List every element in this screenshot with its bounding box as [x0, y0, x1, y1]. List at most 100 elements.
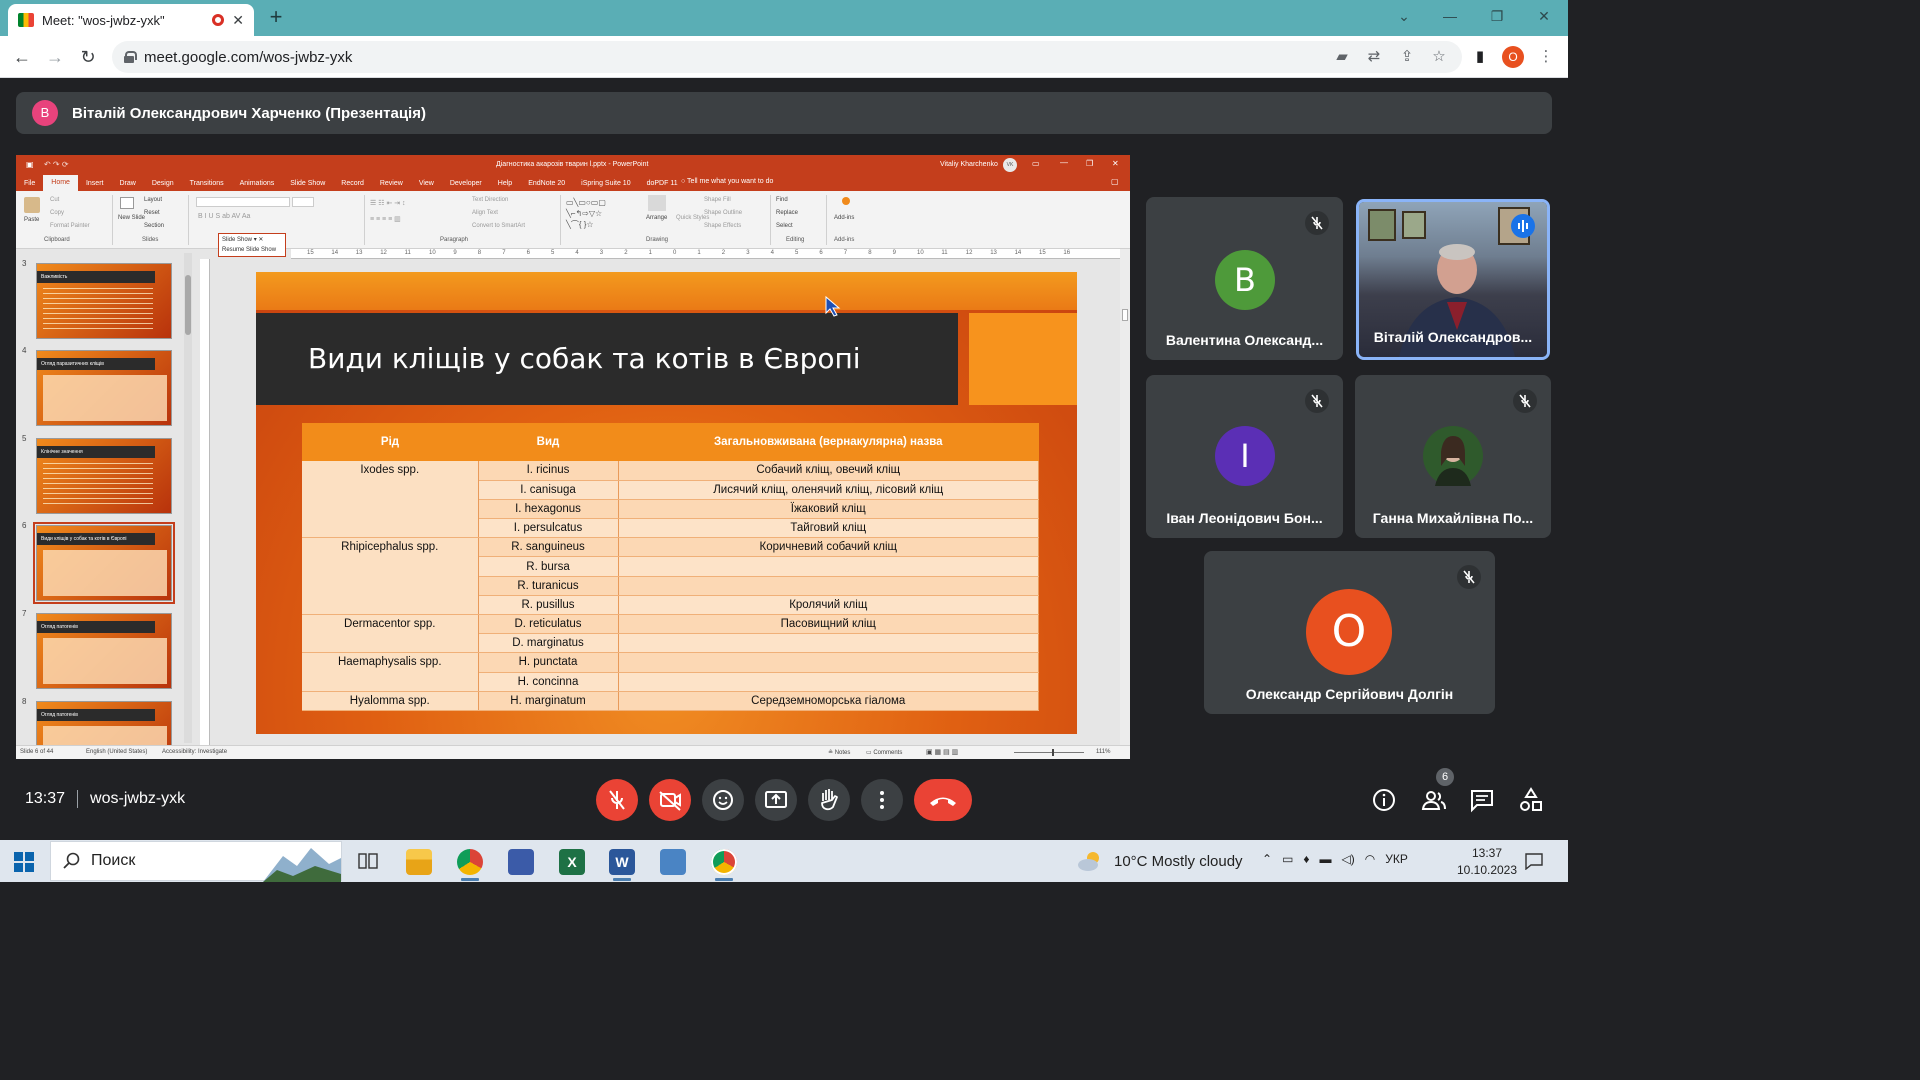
- font-format-icons[interactable]: B I U S ab AV Aa: [198, 213, 250, 220]
- translate-icon[interactable]: ⇄: [1364, 47, 1384, 67]
- ppt-tab-review[interactable]: Review: [372, 180, 411, 187]
- ppt-comments-icon[interactable]: ▢: [1111, 177, 1119, 186]
- chat-button[interactable]: [1468, 786, 1496, 814]
- side-panel-icon[interactable]: ▮: [1470, 47, 1490, 67]
- ppt-save-icon[interactable]: ▣: [26, 160, 34, 169]
- tray-chevron-icon[interactable]: ⌃: [1262, 852, 1272, 866]
- ppt-tab-draw[interactable]: Draw: [111, 180, 143, 187]
- align-text-button[interactable]: Align Text: [472, 210, 498, 216]
- forward-arrow-icon[interactable]: →: [43, 45, 67, 69]
- cut-button[interactable]: Cut: [50, 197, 59, 203]
- notifications-icon[interactable]: [1524, 852, 1544, 871]
- ppt-undo-icon[interactable]: ↶ ↷ ⟳: [44, 160, 69, 169]
- taskbar-search-box[interactable]: Поиск: [50, 841, 342, 882]
- slideshow-dropdown[interactable]: Slide Show ▾ ✕: [222, 235, 282, 245]
- ppt-tab-view[interactable]: View: [411, 180, 442, 187]
- shape-fill-button[interactable]: Shape Fill: [704, 197, 731, 203]
- notes-button[interactable]: ≗ Notes: [828, 749, 850, 756]
- slide-thumbnail[interactable]: Огляд паразитичних кліщів: [36, 350, 172, 426]
- convert-smartart-button[interactable]: Convert to SmartArt: [472, 223, 525, 229]
- slide-thumbnail[interactable]: Види кліщів у собак та котів в Європі: [33, 522, 175, 604]
- excel-icon[interactable]: X: [559, 849, 585, 875]
- list-icons[interactable]: ☰ ☷ ⇤ ⇥ ↕: [370, 199, 406, 207]
- font-size-box[interactable]: [292, 197, 314, 207]
- back-arrow-icon[interactable]: ←: [10, 45, 34, 69]
- shape-effects-button[interactable]: Shape Effects: [704, 223, 741, 229]
- paste-button[interactable]: Paste: [24, 217, 39, 223]
- zoom-slider[interactable]: [1014, 752, 1084, 753]
- chrome-profile-icon[interactable]: [711, 849, 737, 875]
- calculator-icon[interactable]: [660, 849, 686, 875]
- tray-mic-icon[interactable]: ♦: [1303, 852, 1309, 866]
- ppt-close-button[interactable]: ✕: [1112, 159, 1119, 168]
- ppt-tab-ispring-suite-10[interactable]: iSpring Suite 10: [573, 180, 638, 187]
- minimize-button[interactable]: —: [1430, 4, 1470, 28]
- ppt-tab-insert[interactable]: Insert: [78, 180, 112, 187]
- tray-camera-icon[interactable]: ▭: [1282, 852, 1293, 866]
- file-explorer-icon[interactable]: [406, 849, 432, 875]
- meeting-details-button[interactable]: [1370, 786, 1398, 814]
- layout-button[interactable]: Layout: [144, 197, 162, 203]
- copy-button[interactable]: Copy: [50, 210, 64, 216]
- ppt-tab-dopdf-11[interactable]: doPDF 11: [639, 180, 686, 187]
- ppt-tab-endnote-20[interactable]: EndNote 20: [520, 180, 573, 187]
- present-screen-button[interactable]: [755, 779, 797, 821]
- bookmark-star-icon[interactable]: ☆: [1429, 47, 1449, 67]
- new-slide-button[interactable]: New Slide: [118, 215, 145, 221]
- slide-thumbnail[interactable]: Важливість: [36, 263, 172, 339]
- view-buttons[interactable]: ▣ ▦ ▤ ▥: [926, 748, 958, 756]
- close-window-button[interactable]: ✕: [1524, 4, 1564, 28]
- more-options-button[interactable]: [861, 779, 903, 821]
- battery-icon[interactable]: ▬: [1320, 852, 1332, 866]
- ppt-tab-developer[interactable]: Developer: [442, 180, 490, 187]
- tab-close-icon[interactable]: ✕: [232, 12, 244, 29]
- microphone-toggle-button[interactable]: [596, 779, 638, 821]
- ppt-tab-file[interactable]: File: [16, 180, 43, 187]
- addins-icon[interactable]: [842, 197, 850, 205]
- format-painter-button[interactable]: Format Painter: [50, 223, 90, 229]
- font-name-box[interactable]: [196, 197, 290, 207]
- participant-tile-video[interactable]: Віталій Олександров...: [1356, 199, 1550, 360]
- shapes-gallery[interactable]: ▭╲▭○▭▢ ╲⌐↰⇨▽☆ ╲⌒{ }☆: [566, 197, 606, 230]
- text-direction-button[interactable]: Text Direction: [472, 197, 508, 203]
- language-indicator[interactable]: УКР: [1385, 852, 1408, 866]
- slideshow-popup[interactable]: Slide Show ▾ ✕ Resume Slide Show: [218, 233, 286, 257]
- slide-thumbnail[interactable]: Клінічне значення: [36, 438, 172, 514]
- arrange-button[interactable]: Arrange: [646, 215, 667, 221]
- participant-tile[interactable]: В Валентина Олександ...: [1146, 197, 1343, 360]
- participant-tile[interactable]: О Олександр Сергійович Долгін: [1204, 551, 1495, 714]
- slide-title[interactable]: Види кліщів у собак та котів в Європі: [308, 342, 861, 375]
- slide-scroll-thumb[interactable]: [1122, 309, 1128, 321]
- zoom-slider-thumb[interactable]: [1052, 749, 1054, 756]
- thumbnail-scroll-thumb[interactable]: [185, 275, 191, 335]
- address-bar[interactable]: meet.google.com/wos-jwbz-yxk: [112, 41, 1462, 73]
- slide-thumbnail[interactable]: Огляд патогенів: [36, 613, 172, 689]
- ppt-tab-transitions[interactable]: Transitions: [182, 180, 232, 187]
- taskbar-clock[interactable]: 13:37 10.10.2023: [1452, 845, 1522, 879]
- browser-tab-meet[interactable]: Meet: "wos-jwbz-yxk" ✕: [8, 4, 254, 36]
- reactions-button[interactable]: [702, 779, 744, 821]
- weather-widget[interactable]: 10°C Mostly cloudy: [1076, 850, 1243, 872]
- section-button[interactable]: Section: [144, 223, 164, 229]
- slide-scrollbar[interactable]: [1120, 249, 1130, 745]
- volume-icon[interactable]: ◁): [1342, 852, 1355, 866]
- thumbnail-scrollbar[interactable]: [184, 253, 192, 743]
- ppt-tab-home[interactable]: Home: [43, 175, 78, 191]
- find-button[interactable]: Find: [776, 197, 788, 203]
- status-language[interactable]: English (United States): [86, 749, 147, 755]
- ppt-ribbon-display-icon[interactable]: ▭: [1032, 159, 1040, 168]
- camera-toggle-button[interactable]: [649, 779, 691, 821]
- participant-tile[interactable]: І Іван Леонідович Бон...: [1146, 375, 1343, 538]
- leave-call-button[interactable]: [914, 779, 972, 821]
- status-accessibility[interactable]: Accessibility: Investigate: [162, 749, 227, 755]
- word-icon[interactable]: W: [609, 849, 635, 875]
- windows-start-icon[interactable]: [14, 852, 34, 872]
- zoom-level[interactable]: 111%: [1096, 749, 1110, 755]
- shape-outline-button[interactable]: Shape Outline: [704, 210, 742, 216]
- restore-button[interactable]: ❐: [1477, 4, 1517, 28]
- share-icon[interactable]: ⇪: [1397, 47, 1417, 67]
- tick-species-table[interactable]: Рід Вид Загальновживана (вернакулярна) н…: [302, 423, 1039, 712]
- activities-button[interactable]: [1517, 786, 1545, 814]
- reload-icon[interactable]: ↻: [76, 45, 100, 69]
- app-save-icon[interactable]: [508, 849, 534, 875]
